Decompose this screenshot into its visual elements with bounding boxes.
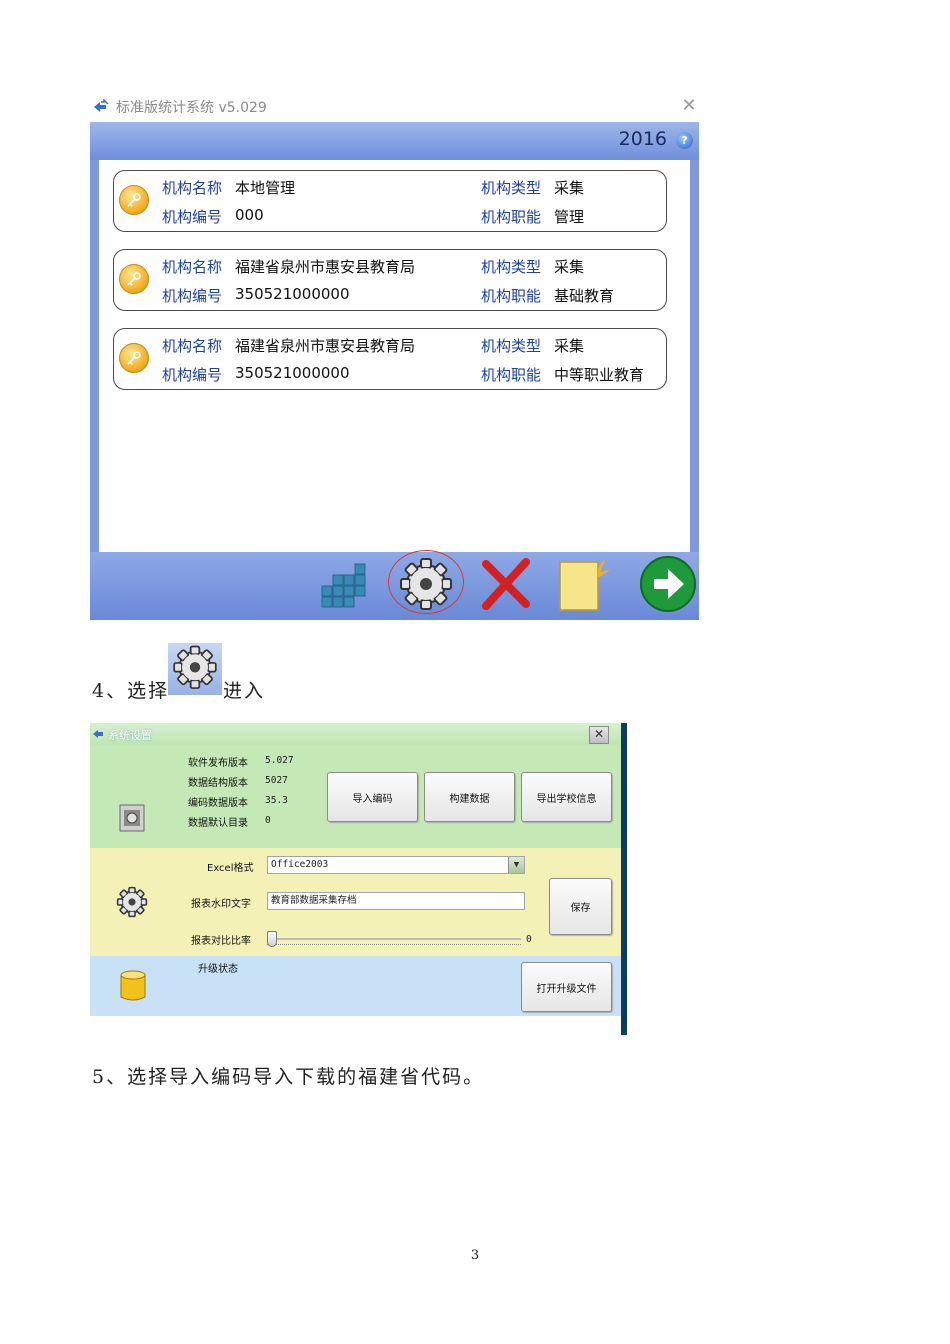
import-code-button[interactable]: 导入编码 bbox=[327, 772, 418, 822]
slider-track bbox=[267, 938, 521, 940]
org-list: 机构名称 本地管理 机构编号 000 机构类型 采集 机构职能 管理 机构名称 … bbox=[99, 160, 690, 553]
watermark-input[interactable]: 教育部数据采集存档 bbox=[267, 892, 525, 910]
key-icon bbox=[119, 185, 149, 215]
org-code-value: 000 bbox=[235, 206, 264, 224]
org-name-value: 本地管理 bbox=[235, 179, 296, 197]
step4-caption-suffix: 进入 bbox=[223, 680, 266, 702]
org-name-value: 福建省泉州市惠安县教育局 bbox=[235, 258, 416, 276]
window-title: 系统设置 bbox=[108, 729, 152, 742]
new-document-icon[interactable] bbox=[552, 554, 612, 614]
contrast-slider[interactable] bbox=[267, 931, 521, 947]
org-function-label: 机构职能 bbox=[481, 366, 542, 384]
contrast-label: 报表对比比率 bbox=[191, 936, 251, 947]
org-card[interactable]: 机构名称 福建省泉州市惠安县教育局 机构编号 350521000000 机构类型… bbox=[113, 249, 667, 311]
database-blocks-icon[interactable] bbox=[316, 554, 376, 614]
excel-format-label: Excel格式 bbox=[207, 863, 254, 874]
info-value: 35.3 bbox=[265, 795, 288, 806]
org-type-label: 机构类型 bbox=[481, 337, 542, 355]
org-function-value: 基础教育 bbox=[554, 287, 615, 305]
delete-x-icon[interactable] bbox=[476, 554, 536, 614]
org-type-value: 采集 bbox=[554, 337, 585, 355]
contrast-value: 0 bbox=[526, 934, 532, 945]
window-edge bbox=[621, 723, 627, 1035]
info-label: 数据默认目录 bbox=[188, 818, 248, 829]
settings-gear-icon[interactable] bbox=[396, 554, 456, 614]
info-label: 软件发布版本 bbox=[188, 758, 248, 769]
title-bar: 标准版统计系统 v5.029 ✕ bbox=[90, 92, 699, 122]
excel-format-value: Office2003 bbox=[271, 859, 329, 870]
org-code-label: 机构编号 bbox=[162, 366, 223, 384]
org-select-window: 标准版统计系统 v5.029 ✕ 2016 ? 机构名称 本地管理 机构编号 0… bbox=[90, 92, 699, 620]
org-function-label: 机构职能 bbox=[481, 287, 542, 305]
info-value: 5027 bbox=[265, 775, 288, 786]
org-code-label: 机构编号 bbox=[162, 287, 223, 305]
save-button[interactable]: 保存 bbox=[549, 878, 612, 935]
chevron-down-icon[interactable]: ▼ bbox=[508, 857, 524, 873]
org-type-value: 采集 bbox=[554, 179, 585, 197]
org-card[interactable]: 机构名称 福建省泉州市惠安县教育局 机构编号 350521000000 机构类型… bbox=[113, 328, 667, 390]
org-name-value: 福建省泉州市惠安县教育局 bbox=[235, 337, 416, 355]
org-name-label: 机构名称 bbox=[162, 337, 223, 355]
window-footer bbox=[90, 1016, 621, 1035]
close-icon[interactable]: ✕ bbox=[589, 726, 609, 744]
org-code-value: 350521000000 bbox=[235, 285, 350, 303]
org-function-value: 中等职业教育 bbox=[554, 366, 645, 384]
close-icon[interactable]: ✕ bbox=[679, 95, 699, 117]
export-school-info-button[interactable]: 导出学校信息 bbox=[521, 772, 612, 822]
org-function-value: 管理 bbox=[554, 208, 585, 226]
settings-gear-icon bbox=[168, 643, 222, 695]
upgrade-section: 升级状态 打开升级文件 bbox=[90, 956, 621, 1016]
watermark-value: 教育部数据采集存档 bbox=[271, 895, 357, 906]
system-settings-window: 系统设置 ✕ 软件发布版本 5.027 数据结构版本 5027 编码数据版本 3… bbox=[90, 723, 627, 1035]
key-icon bbox=[119, 343, 149, 373]
org-code-value: 350521000000 bbox=[235, 364, 350, 382]
report-format-section: Excel格式 Office2003 ▼ 报表水印文字 教育部数据采集存档 报表… bbox=[90, 848, 621, 956]
slider-thumb[interactable] bbox=[267, 931, 277, 947]
org-name-label: 机构名称 bbox=[162, 179, 223, 197]
excel-format-select[interactable]: Office2003 ▼ bbox=[267, 856, 525, 874]
key-icon bbox=[119, 264, 149, 294]
bottom-toolbar bbox=[90, 550, 699, 620]
year-label: 2016 bbox=[618, 128, 667, 150]
build-data-button[interactable]: 构建数据 bbox=[424, 772, 515, 822]
info-label: 数据结构版本 bbox=[188, 778, 248, 789]
version-info-section: 软件发布版本 5.027 数据结构版本 5027 编码数据版本 35.3 数据默… bbox=[90, 745, 621, 848]
title-bar: 系统设置 ✕ bbox=[90, 723, 621, 745]
org-code-label: 机构编号 bbox=[162, 208, 223, 226]
app-logo-icon bbox=[94, 99, 109, 112]
next-arrow-icon[interactable] bbox=[638, 554, 698, 614]
info-label: 编码数据版本 bbox=[188, 798, 248, 809]
org-function-label: 机构职能 bbox=[481, 208, 542, 226]
upgrade-status-label: 升级状态 bbox=[198, 964, 238, 975]
header-banner: 2016 ? bbox=[90, 122, 699, 160]
window-title: 标准版统计系统 v5.029 bbox=[116, 100, 267, 116]
step5-caption: 5、选择导入编码导入下载的福建省代码。 bbox=[92, 1066, 485, 1088]
page-number: 3 bbox=[470, 1248, 480, 1263]
watermark-label: 报表水印文字 bbox=[191, 899, 251, 910]
org-name-label: 机构名称 bbox=[162, 258, 223, 276]
step4-caption-prefix: 4、选择 bbox=[92, 680, 170, 702]
database-icon bbox=[120, 970, 146, 1001]
settings-gear-icon bbox=[116, 886, 148, 918]
org-type-value: 采集 bbox=[554, 258, 585, 276]
org-type-label: 机构类型 bbox=[481, 258, 542, 276]
info-value: 0 bbox=[265, 815, 271, 826]
help-icon[interactable]: ? bbox=[676, 132, 693, 149]
org-type-label: 机构类型 bbox=[481, 179, 542, 197]
org-list-panel: 机构名称 本地管理 机构编号 000 机构类型 采集 机构职能 管理 机构名称 … bbox=[90, 160, 699, 560]
computer-settings-icon bbox=[119, 804, 145, 832]
org-card[interactable]: 机构名称 本地管理 机构编号 000 机构类型 采集 机构职能 管理 bbox=[113, 170, 667, 232]
app-logo-icon bbox=[93, 730, 103, 738]
info-value: 5.027 bbox=[265, 755, 294, 766]
open-upgrade-file-button[interactable]: 打开升级文件 bbox=[521, 962, 612, 1012]
